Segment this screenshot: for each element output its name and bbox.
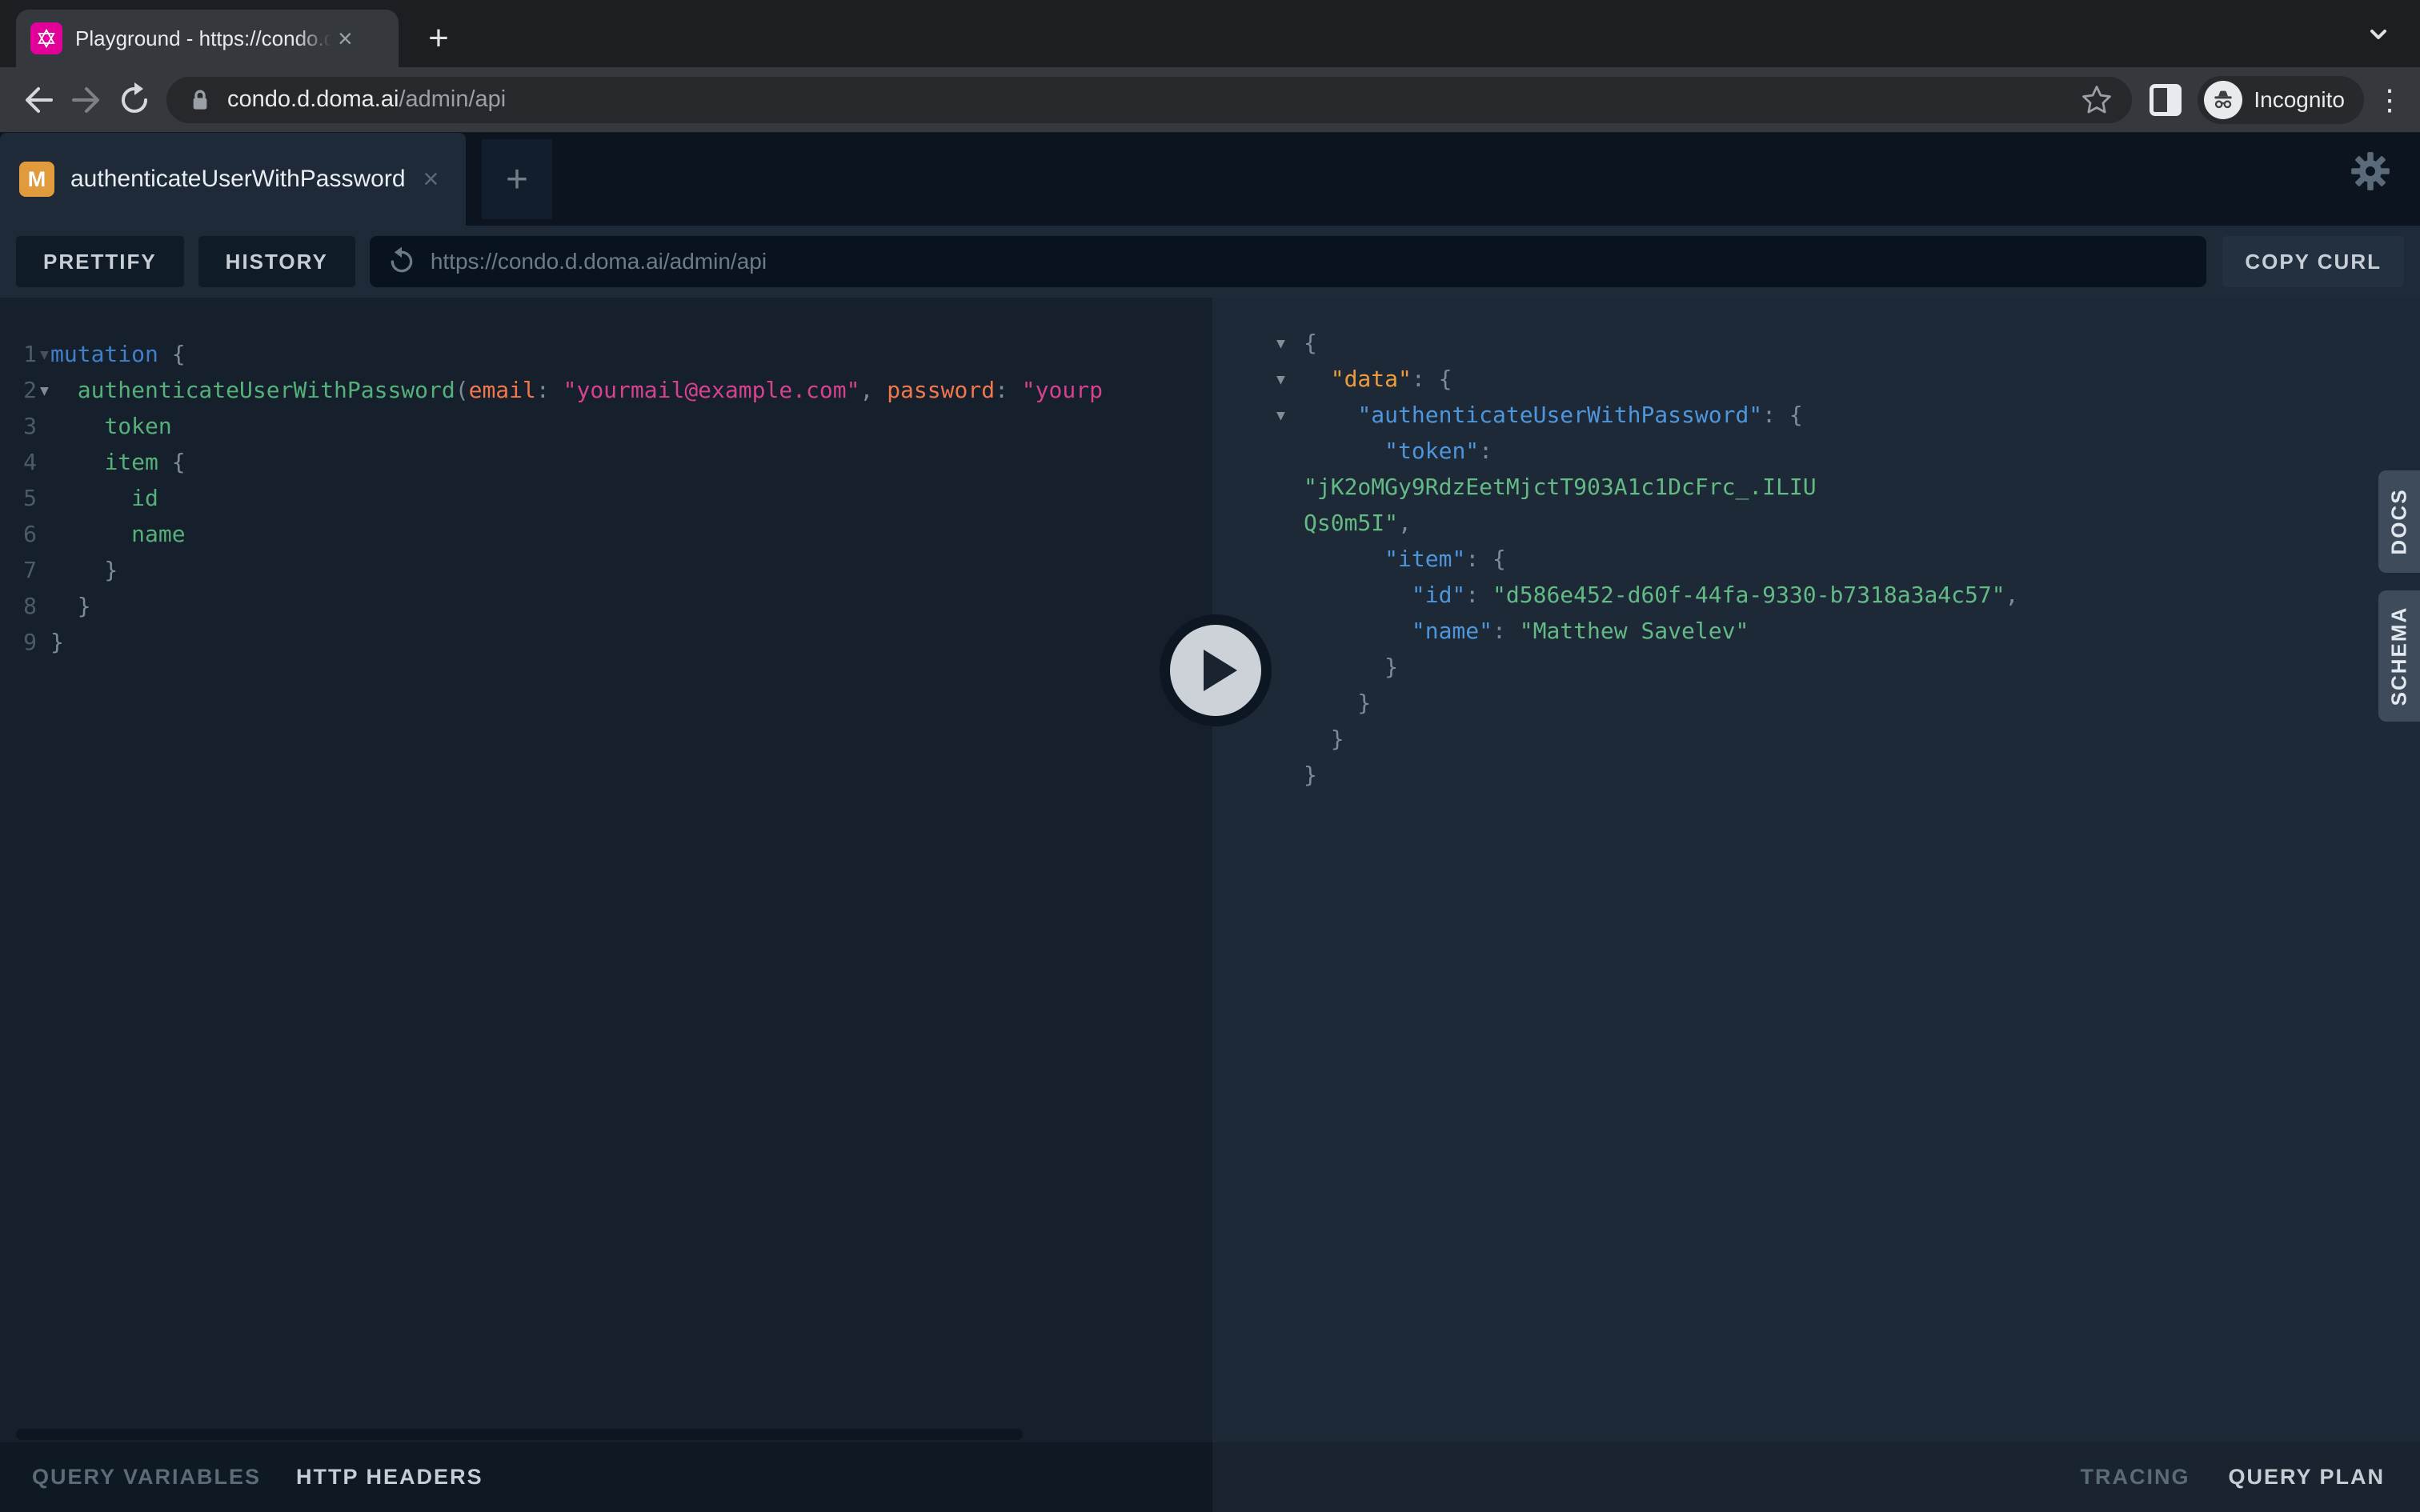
reload-button[interactable] [110, 76, 158, 124]
url-text: condo.d.doma.ai/admin/api [227, 86, 2079, 113]
copy-curl-button[interactable]: COPY CURL [2222, 236, 2404, 287]
query-plan-tab[interactable]: QUERY PLAN [2228, 1465, 2385, 1490]
response-line: ▼{ [1212, 325, 2420, 361]
line-number: 8 [0, 588, 37, 624]
browser-tab-title: Playground - https://condo.d.d [75, 26, 331, 51]
code-line: 9} [0, 624, 1212, 660]
bottom-bar: QUERY VARIABLES HTTP HEADERS TRACING QUE… [0, 1442, 2420, 1512]
endpoint-input[interactable]: https://condo.d.doma.ai/admin/api [370, 236, 2207, 287]
settings-gear-icon[interactable] [2350, 150, 2391, 196]
incognito-badge: Incognito [2198, 76, 2364, 124]
response-line: "item": { [1212, 541, 2420, 577]
line-number: 1 [0, 336, 37, 372]
line-number: 4 [0, 444, 37, 480]
editor-horizontal-scrollbar[interactable] [16, 1429, 1023, 1440]
playground-header: M authenticateUserWithPassword × + [0, 133, 2420, 226]
code-line: 5 id [0, 480, 1212, 516]
playground-new-tab-button[interactable]: + [482, 139, 552, 219]
fold-toggle-icon[interactable]: ▼ [1276, 398, 1285, 434]
response-viewer: ▼{▼ "data": {▼ "authenticateUserWithPass… [1212, 298, 2420, 1442]
incognito-label: Incognito [2254, 87, 2345, 113]
endpoint-url: https://condo.d.doma.ai/admin/api [431, 249, 767, 274]
response-line: } [1212, 757, 2420, 793]
graphql-favicon-icon [30, 22, 62, 54]
line-number: 2 [0, 372, 37, 408]
line-number: 5 [0, 480, 37, 516]
response-line: } [1212, 721, 2420, 757]
fold-toggle-icon[interactable]: ▼ [1276, 362, 1285, 398]
line-number: 9 [0, 624, 37, 660]
bottom-left-panel: QUERY VARIABLES HTTP HEADERS [0, 1442, 1212, 1512]
incognito-icon [2204, 81, 2242, 119]
code-line: 2▼ authenticateUserWithPassword(email: "… [0, 372, 1212, 408]
play-icon [1204, 650, 1237, 691]
fold-toggle-icon[interactable]: ▼ [1276, 326, 1285, 362]
browser-menu-icon[interactable]: ⋮ [2374, 83, 2406, 117]
tab-search-chevron-icon[interactable] [2362, 24, 2394, 50]
http-headers-tab[interactable]: HTTP HEADERS [296, 1465, 483, 1490]
playground-tab-close-icon[interactable]: × [423, 166, 439, 193]
browser-tab[interactable]: Playground - https://condo.d.d × [16, 10, 399, 67]
code-line: 6 name [0, 516, 1212, 552]
mutation-badge: M [19, 162, 54, 197]
playground-session-tab[interactable]: M authenticateUserWithPassword × [0, 133, 466, 226]
back-button[interactable] [14, 76, 62, 124]
forward-button[interactable] [62, 76, 110, 124]
side-panel-icon[interactable] [2150, 84, 2182, 116]
response-line: ▼ "data": { [1212, 361, 2420, 397]
browser-tab-strip: Playground - https://condo.d.d × + [0, 0, 2420, 67]
response-line: } [1212, 649, 2420, 685]
response-line: } [1212, 685, 2420, 721]
browser-tab-close-icon[interactable]: × [338, 26, 353, 51]
line-number: 6 [0, 516, 37, 552]
response-line: Qs0m5I", [1212, 505, 2420, 541]
history-button[interactable]: HISTORY [198, 236, 355, 287]
schema-tab[interactable]: SCHEMA [2378, 590, 2420, 722]
line-number: 7 [0, 552, 37, 588]
response-line: "jK2oMGy9RdzEetMjctT903A1c1DcFrc_.ILIU [1212, 469, 2420, 505]
playground-tab-title: authenticateUserWithPassword [70, 166, 406, 193]
code-line: 7 } [0, 552, 1212, 588]
bottom-right-panel: TRACING QUERY PLAN [1212, 1442, 2420, 1512]
query-editor[interactable]: 1▼mutation {2▼ authenticateUserWithPassw… [0, 298, 1212, 1442]
code-line: 4 item { [0, 444, 1212, 480]
address-bar[interactable]: condo.d.doma.ai/admin/api [166, 77, 2132, 123]
response-line: "name": "Matthew Savelev" [1212, 613, 2420, 649]
tracing-tab[interactable]: TRACING [2080, 1465, 2190, 1490]
browser-new-tab-button[interactable]: + [416, 16, 461, 61]
playground-toolbar: PRETTIFY HISTORY https://condo.d.doma.ai… [0, 226, 2420, 298]
bookmark-star-icon[interactable] [2079, 82, 2114, 118]
code-line: 8 } [0, 588, 1212, 624]
docs-tab[interactable]: DOCS [2378, 470, 2420, 573]
response-line: "id": "d586e452-d60f-44fa-9330-b7318a3a4… [1212, 577, 2420, 613]
browser-toolbar: condo.d.doma.ai/admin/api Incognito ⋮ [0, 67, 2420, 133]
lock-icon [184, 82, 216, 118]
response-line: "token": [1212, 433, 2420, 469]
line-number: 3 [0, 408, 37, 444]
endpoint-reload-icon [386, 246, 418, 278]
prettify-button[interactable]: PRETTIFY [16, 236, 184, 287]
fold-toggle-icon[interactable]: ▼ [40, 337, 49, 373]
playground-main: 1▼mutation {2▼ authenticateUserWithPassw… [0, 298, 2420, 1442]
code-line: 3 token [0, 408, 1212, 444]
query-variables-tab[interactable]: QUERY VARIABLES [32, 1465, 261, 1490]
code-line: 1▼mutation { [0, 336, 1212, 372]
fold-toggle-icon[interactable]: ▼ [40, 373, 49, 409]
response-line: ▼ "authenticateUserWithPassword": { [1212, 397, 2420, 433]
execute-play-button[interactable] [1170, 625, 1261, 716]
